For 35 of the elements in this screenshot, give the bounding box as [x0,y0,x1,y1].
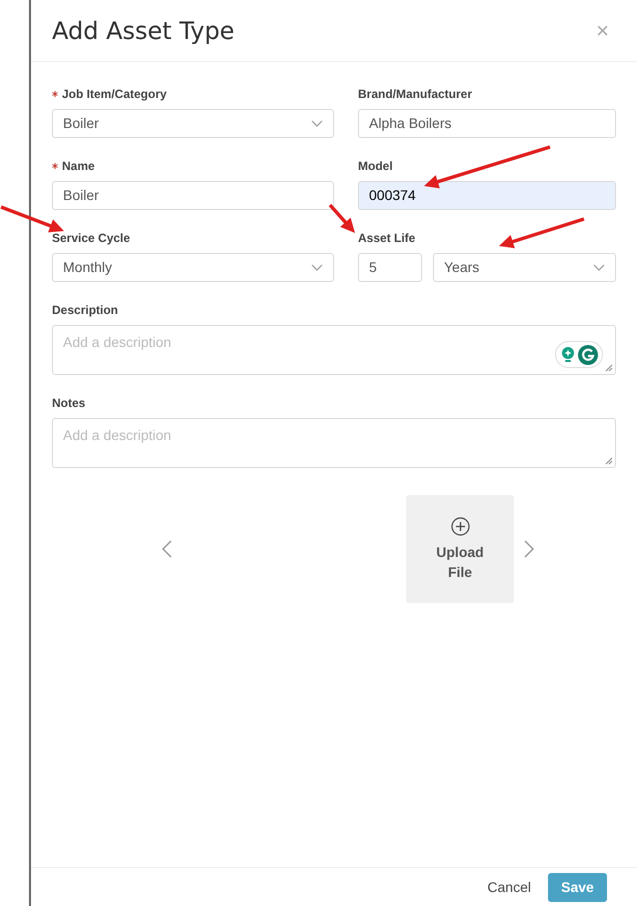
select-field[interactable]: Monthly [52,253,334,282]
chevron-left-icon[interactable] [162,540,172,558]
field-label: Name [62,158,95,175]
field-label: Job Item/Category [62,86,167,103]
chevron-down-icon [311,120,323,128]
text-field[interactable]: 5 [358,253,422,282]
select-field[interactable]: Years [433,253,616,282]
resize-handle-icon [605,364,613,372]
text-field[interactable]: 000374 [358,181,616,210]
cancel-button[interactable]: Cancel [485,876,533,898]
grammarly-logo-icon [578,344,598,364]
chevron-right-icon[interactable] [524,540,534,558]
select-field[interactable]: Boiler [52,109,334,138]
dialog-title: Add Asset Type [52,16,234,46]
required-asterisk-icon [52,91,58,97]
field-label: Asset Life [358,230,416,247]
text-field[interactable]: Boiler [52,181,334,210]
field-label: Model [358,158,393,175]
field-label: Brand/Manufacturer [358,86,472,103]
chevron-down-icon [593,264,605,272]
resize-handle-icon [605,457,613,465]
upload-file-button[interactable]: Upload File [406,495,514,603]
field-label: Service Cycle [52,230,130,247]
annotation-arrow [328,204,355,233]
lightbulb-icon [560,346,574,364]
placeholder-text: Add a description [63,427,172,443]
placeholder-text: Add a description [63,334,172,350]
grammarly-widget[interactable] [555,341,603,368]
annotation-arrow [0,205,64,232]
required-asterisk-icon [52,163,58,169]
field-label: Description [52,302,118,319]
chevron-down-icon [311,264,323,272]
plus-circle-icon [450,516,470,536]
text-field[interactable]: Alpha Boilers [358,109,616,138]
field-label: Notes [52,395,86,412]
